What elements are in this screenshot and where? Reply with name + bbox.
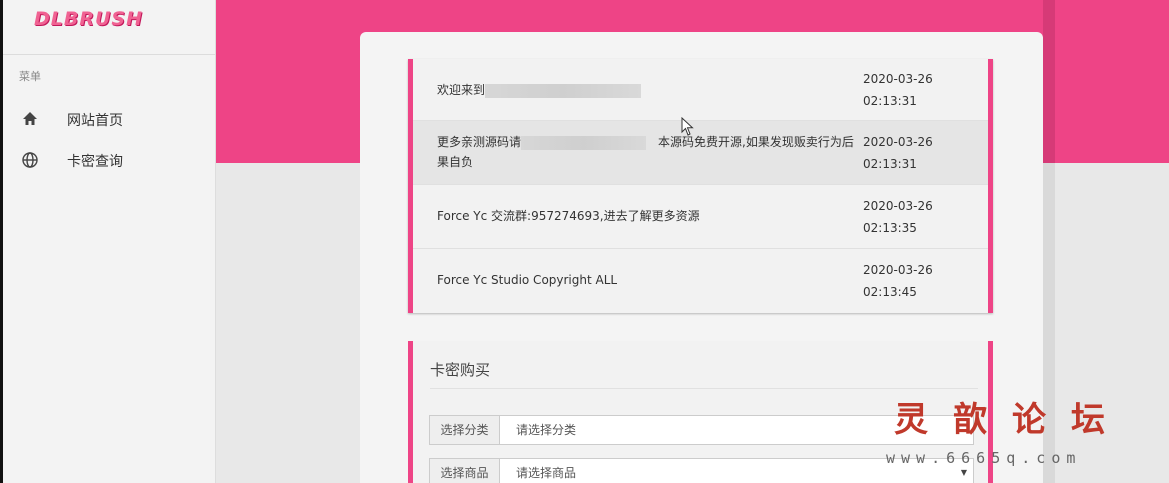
- product-value[interactable]: 请选择商品: [516, 459, 576, 483]
- notice-text: Force Yc Studio Copyright ALL: [437, 273, 618, 287]
- redacted-text: [485, 83, 642, 98]
- watermark-title: 灵歆论坛: [894, 400, 1130, 440]
- notice-text: Force Yc 交流群:957274693,进去了解更多资源: [437, 209, 700, 223]
- menu-heading: 菜单: [19, 70, 41, 83]
- redacted-text: [521, 135, 647, 150]
- notice-row: Force Yc Studio Copyright ALL 2020-03-26…: [413, 249, 988, 313]
- notice-time: 2020-03-26 02:13:31: [863, 135, 933, 171]
- home-icon: [21, 110, 39, 128]
- notice-list: 欢迎来到 2020-03-26 02:13:31 更多亲测源码请 本源码免费开源,如…: [408, 59, 993, 313]
- globe-icon: [21, 151, 39, 169]
- product-label: 选择商品: [430, 459, 500, 483]
- sidebar: DLBRUSH 菜单 网站首页 卡密查询: [3, 0, 216, 483]
- notice-row: Force Yc 交流群:957274693,进去了解更多资源 2020-03-…: [413, 185, 988, 249]
- category-select[interactable]: 选择分类 请选择分类: [429, 415, 974, 445]
- category-value[interactable]: 请选择分类: [516, 416, 576, 444]
- divider: [430, 388, 978, 389]
- sidebar-item-label: 网站首页: [67, 113, 123, 129]
- sidebar-item-card-query[interactable]: 卡密查询: [3, 142, 215, 178]
- sidebar-item-label: 卡密查询: [67, 154, 123, 170]
- notice-time: 2020-03-26 02:13:31: [863, 72, 933, 108]
- watermark-url: www.6665q.com: [886, 449, 1082, 467]
- notice-text: 欢迎来到: [437, 80, 857, 100]
- brand-text: DLBRUSH: [34, 8, 144, 30]
- brand-logo[interactable]: DLBRUSH: [3, 0, 215, 55]
- notice-row: 更多亲测源码请 本源码免费开源,如果发现贩卖行为后果自负 2020-03-26 02…: [413, 121, 988, 185]
- purchase-title: 卡密购买: [430, 361, 491, 379]
- notice-text: 更多亲测源码请 本源码免费开源,如果发现贩卖行为后果自负: [437, 135, 854, 169]
- mouse-cursor-icon: [681, 117, 694, 136]
- notice-time: 2020-03-26 02:13:35: [863, 199, 933, 235]
- notice-time: 2020-03-26 02:13:45: [863, 263, 933, 299]
- notice-row: 欢迎来到 2020-03-26 02:13:31: [413, 59, 988, 121]
- category-label: 选择分类: [430, 416, 500, 444]
- sidebar-item-home[interactable]: 网站首页: [3, 101, 215, 137]
